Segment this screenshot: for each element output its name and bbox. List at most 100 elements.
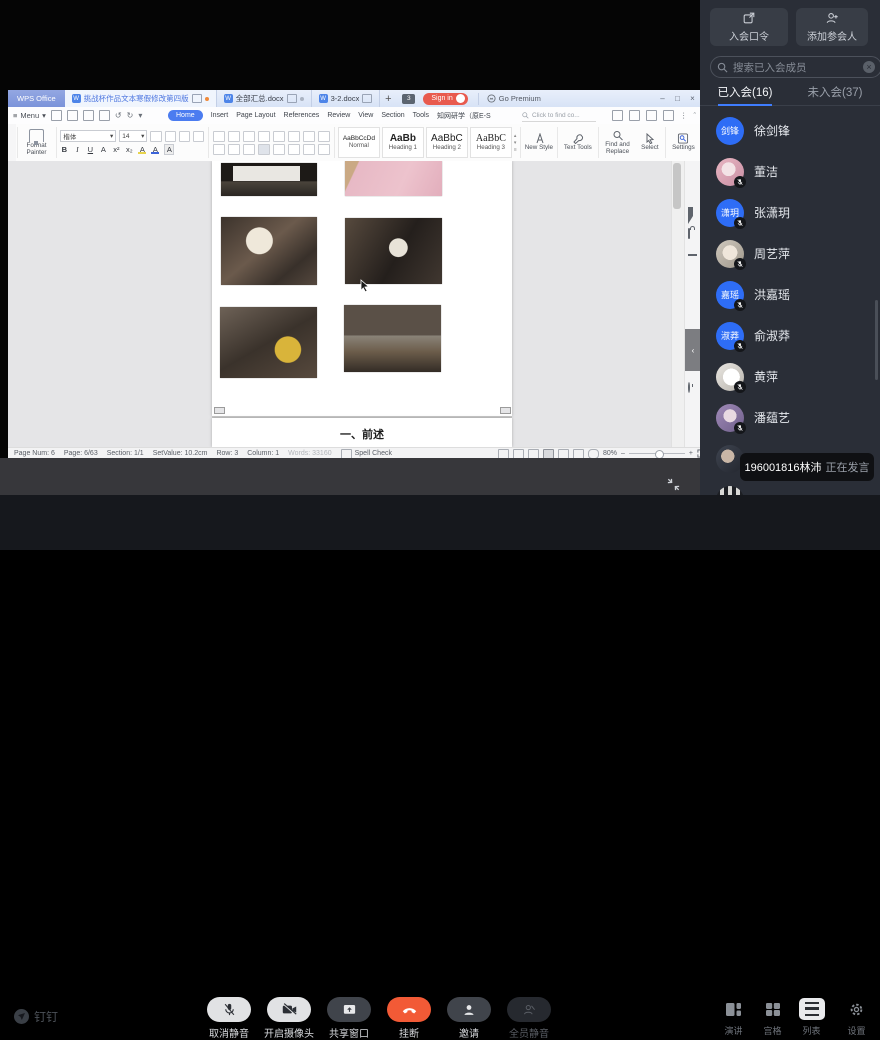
participant-row[interactable]: 黄萍 xyxy=(700,356,880,397)
tab-home[interactable]: Home xyxy=(168,110,203,121)
font-name-select[interactable]: 楷体▾ xyxy=(60,130,116,142)
text-direction-icon[interactable] xyxy=(273,131,285,142)
preview-icon[interactable] xyxy=(99,110,110,121)
ribbon-search[interactable]: Click to find co... xyxy=(522,110,596,122)
tab-not-joined[interactable]: 未入会(37) xyxy=(790,84,880,105)
subscript-button[interactable]: x₂ xyxy=(125,145,133,154)
lock-icon[interactable] xyxy=(688,229,697,238)
settings-button-wps[interactable]: Settings xyxy=(667,124,700,161)
unsaved-dot-icon[interactable] xyxy=(205,97,209,101)
add-participant-button[interactable]: 添加参会人 xyxy=(796,8,868,46)
eye-protect-icon[interactable] xyxy=(588,449,599,459)
clear-format-icon[interactable] xyxy=(179,131,190,142)
shading-icon[interactable] xyxy=(303,144,315,155)
status-section[interactable]: Section: 1/1 xyxy=(107,450,144,457)
open-icon[interactable] xyxy=(51,110,62,121)
unmute-button[interactable] xyxy=(207,997,251,1022)
go-premium-button[interactable]: Go Premium xyxy=(478,93,541,105)
restore-button[interactable]: □ xyxy=(670,90,685,107)
close-button[interactable]: × xyxy=(685,90,700,107)
line-spacing-icon[interactable] xyxy=(288,144,300,155)
fullscreen-view-icon[interactable] xyxy=(513,449,524,459)
participant-row[interactable]: 潘蕴艺 xyxy=(700,397,880,438)
more-menu-icon[interactable]: ⋮ xyxy=(680,111,688,120)
italic-button[interactable]: I xyxy=(73,145,81,154)
spell-check-button[interactable]: Spell Check xyxy=(341,449,392,459)
zoom-out-button[interactable]: – xyxy=(621,450,625,457)
layout-grid-button[interactable]: 宫格 xyxy=(753,998,792,1037)
bold-button[interactable]: B xyxy=(60,145,68,154)
zoom-slider[interactable] xyxy=(629,453,685,454)
sort-icon[interactable] xyxy=(288,131,300,142)
text-effects-icon[interactable] xyxy=(193,131,204,142)
tab-references[interactable]: References xyxy=(284,112,320,119)
print-icon[interactable] xyxy=(83,110,94,121)
grow-font-icon[interactable] xyxy=(150,131,161,142)
document-area[interactable]: 一、前述 ‹ xyxy=(8,161,700,447)
document-scrollbar-thumb[interactable] xyxy=(673,163,681,209)
doc-tab[interactable]: W 3-2.docx xyxy=(312,90,381,107)
save-icon[interactable] xyxy=(67,110,78,121)
style-normal[interactable]: AaBbCcDd Normal xyxy=(338,127,380,158)
select-tool-icon[interactable] xyxy=(688,207,697,216)
qr-code-icon[interactable] xyxy=(688,409,697,418)
print-layout-icon[interactable] xyxy=(543,449,554,459)
status-page[interactable]: Page: 6/63 xyxy=(64,450,98,457)
hangup-button[interactable] xyxy=(387,997,431,1022)
minimize-button[interactable]: – xyxy=(655,90,670,107)
styles-scroll[interactable]: ▴▾≡ xyxy=(514,133,517,153)
comment-icon[interactable] xyxy=(362,94,372,103)
outline-icon[interactable] xyxy=(688,251,697,260)
style-heading2[interactable]: AaBbC Heading 2 xyxy=(426,127,468,158)
clear-search-icon[interactable]: × xyxy=(863,61,875,73)
participant-row[interactable]: 潇玥 张潇玥 xyxy=(700,192,880,233)
select-button[interactable]: Select xyxy=(636,124,665,161)
participant-row[interactable]: 淑莽 俞淑莽 xyxy=(700,315,880,356)
undo-icon[interactable]: ↺ xyxy=(115,111,122,120)
tab-tools[interactable]: Tools xyxy=(413,112,429,119)
participant-row[interactable]: 剑锋 徐剑锋 xyxy=(700,110,880,151)
paste-strip[interactable] xyxy=(8,124,16,161)
char-scale-icon[interactable] xyxy=(303,131,315,142)
close-tab-dot-icon[interactable] xyxy=(300,97,304,101)
layout-list-button[interactable]: 列表 xyxy=(792,998,831,1037)
find-replace-button[interactable]: Find and Replace xyxy=(599,124,635,161)
strikethrough-button[interactable]: A xyxy=(99,145,107,154)
new-tab-button[interactable]: + xyxy=(380,90,396,107)
tab-section[interactable]: Section xyxy=(381,112,404,119)
increase-indent-icon[interactable] xyxy=(258,131,270,142)
meeting-code-button[interactable]: 入会口令 xyxy=(710,8,788,46)
style-heading1[interactable]: AaBb Heading 1 xyxy=(382,127,424,158)
participant-row[interactable]: 董洁 xyxy=(700,151,880,192)
tab-page-layout[interactable]: Page Layout xyxy=(236,112,275,119)
style-heading3[interactable]: AaBbC Heading 3 xyxy=(470,127,512,158)
borders-icon[interactable] xyxy=(318,144,330,155)
numbering-icon[interactable] xyxy=(228,131,240,142)
doc-tab-active[interactable]: W 挑战杯作品文本寒假修改第四版 xyxy=(65,90,217,107)
char-border-button[interactable]: A xyxy=(164,144,174,155)
history-icon[interactable] xyxy=(646,110,657,121)
bullets-icon[interactable] xyxy=(213,131,225,142)
comment-panel-icon[interactable] xyxy=(663,110,674,121)
share-doc-icon[interactable] xyxy=(612,110,623,121)
status-words[interactable]: Words: 33160 xyxy=(288,450,331,457)
text-tools-button[interactable]: Text Tools xyxy=(559,124,597,161)
new-style-button[interactable]: New Style xyxy=(522,124,557,161)
web-layout-icon[interactable] xyxy=(573,449,584,459)
edit-pen-icon[interactable] xyxy=(688,183,697,192)
search-participants-input[interactable]: 搜索已入会成员 × xyxy=(710,56,880,78)
underline-button[interactable]: U xyxy=(86,145,94,154)
mute-all-button[interactable] xyxy=(507,997,551,1022)
sign-in-button[interactable]: Sign in xyxy=(423,93,467,105)
font-size-select[interactable]: 14▾ xyxy=(119,130,147,142)
settings-button[interactable]: 设置 xyxy=(837,998,876,1037)
align-right-icon[interactable] xyxy=(243,144,255,155)
justify-icon[interactable] xyxy=(258,144,270,155)
tab-joined[interactable]: 已入会(16) xyxy=(700,84,790,105)
exit-fullscreen-icon[interactable] xyxy=(666,477,681,492)
tab-list-button[interactable]: 3 xyxy=(402,94,415,104)
tab-cnki[interactable]: 知网研学（原E-S xyxy=(437,111,491,121)
comment-icon[interactable] xyxy=(287,94,297,103)
tab-insert[interactable]: Insert xyxy=(211,112,229,119)
menu-button[interactable]: ≡ Menu ▾ xyxy=(13,111,46,120)
